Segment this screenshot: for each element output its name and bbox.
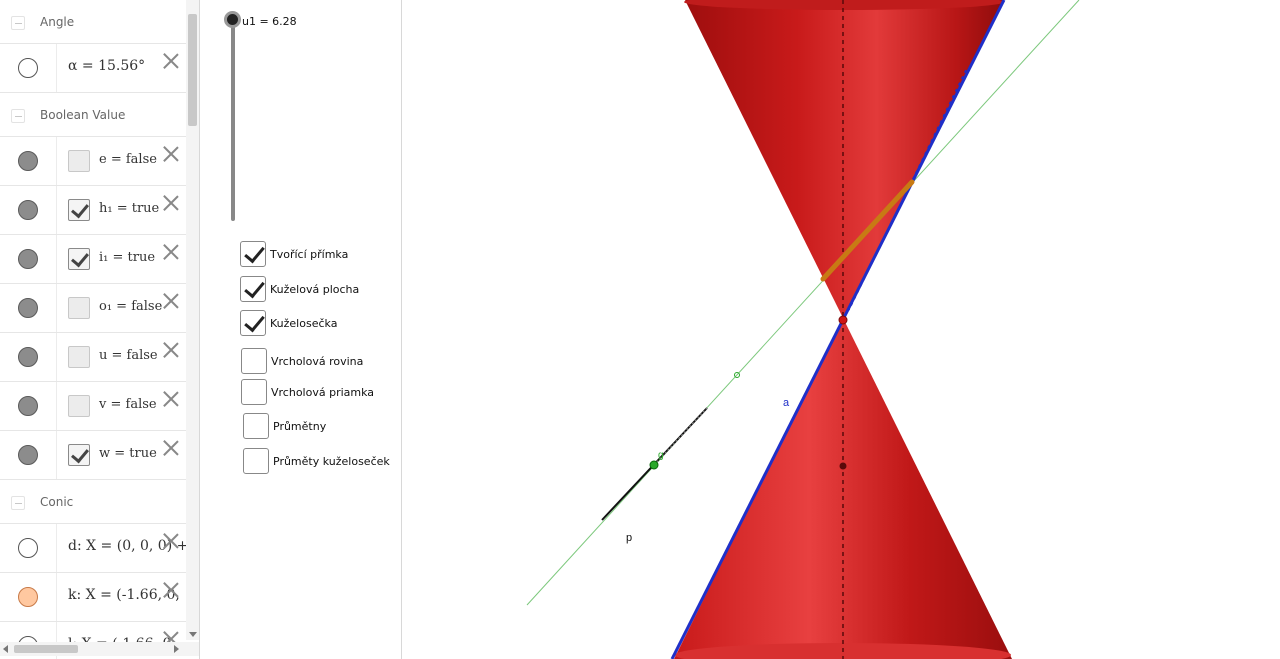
delete-icon[interactable] xyxy=(162,532,180,550)
graphics-view-controls: u1 = 6.28 Tvořící přímka Kuželová plocha… xyxy=(208,0,402,659)
checkbox-vrcholova-priamka[interactable] xyxy=(241,379,267,405)
checkbox-label-vrcholova-rovina: Vrcholová rovina xyxy=(271,355,364,368)
group-label-conic: Conic xyxy=(40,495,74,509)
point-green[interactable] xyxy=(649,460,659,470)
delete-icon[interactable] xyxy=(162,390,180,408)
visibility-marble-u[interactable] xyxy=(18,347,38,367)
algebra-row-u[interactable]: u = false xyxy=(0,333,186,382)
visibility-marble-h1[interactable] xyxy=(18,200,38,220)
label-g: g xyxy=(658,450,664,461)
checkbox-kuzelova-plocha[interactable] xyxy=(240,276,266,302)
collapse-icon[interactable] xyxy=(11,496,25,510)
algebra-text-w[interactable]: w = true xyxy=(99,446,157,461)
algebra-row-w[interactable]: w = true xyxy=(0,431,186,480)
checkbox-label-prumety-kuzelosecek: Průměty kuželoseček xyxy=(273,455,390,468)
algebra-list: Angle α = 15.56° Boolean Value e = false xyxy=(0,0,199,659)
group-header-boolean[interactable]: Boolean Value xyxy=(0,93,186,137)
group-header-angle[interactable]: Angle xyxy=(0,0,186,44)
algebra-row-e[interactable]: e = false xyxy=(0,137,186,186)
algebra-view: Angle α = 15.56° Boolean Value e = false xyxy=(0,0,200,659)
visibility-marble-d[interactable] xyxy=(18,538,38,558)
checkbox-prumety-kuzelosecek[interactable] xyxy=(243,448,269,474)
checkbox-i1[interactable] xyxy=(68,248,90,270)
delete-icon[interactable] xyxy=(162,243,180,261)
algebra-row-v[interactable]: v = false xyxy=(0,382,186,431)
algebra-text-e[interactable]: e = false xyxy=(99,152,157,167)
scroll-down-arrow-icon[interactable] xyxy=(189,632,197,637)
checkbox-e[interactable] xyxy=(68,150,90,172)
scrollbar-thumb[interactable] xyxy=(188,14,197,126)
vertical-scrollbar[interactable] xyxy=(186,0,199,640)
scrollbar-thumb[interactable] xyxy=(14,645,78,653)
delete-icon[interactable] xyxy=(162,341,180,359)
scene-3d[interactable]: a p g xyxy=(409,0,1280,659)
horizontal-scrollbar[interactable] xyxy=(0,642,199,656)
scroll-right-arrow-icon[interactable] xyxy=(174,645,179,653)
algebra-text-v[interactable]: v = false xyxy=(99,397,157,412)
visibility-marble-alpha[interactable] xyxy=(18,58,38,78)
scroll-left-arrow-icon[interactable] xyxy=(3,645,8,653)
checkbox-tvorici-primka[interactable] xyxy=(240,241,266,267)
graphics-view-3d[interactable]: a p g xyxy=(409,0,1280,659)
algebra-text-u[interactable]: u = false xyxy=(99,348,158,363)
algebra-row-k[interactable]: k: X = (-1.66, 0, 16 xyxy=(0,573,199,622)
algebra-row-i1[interactable]: i₁ = true xyxy=(0,235,186,284)
algebra-text-k[interactable]: k: X = (-1.66, 0, 16 xyxy=(68,587,199,603)
upper-cone-nappe[interactable] xyxy=(685,0,1004,318)
label-p: p xyxy=(626,532,632,544)
visibility-marble-k[interactable] xyxy=(18,587,38,607)
visibility-marble-i1[interactable] xyxy=(18,249,38,269)
checkbox-v[interactable] xyxy=(68,395,90,417)
collapse-icon[interactable] xyxy=(11,16,25,30)
algebra-text-i1[interactable]: i₁ = true xyxy=(99,250,155,265)
visibility-marble-o1[interactable] xyxy=(18,298,38,318)
algebra-text-alpha[interactable]: α = 15.56° xyxy=(68,58,145,74)
geogebra-app: Angle α = 15.56° Boolean Value e = false xyxy=(0,0,1280,659)
delete-icon[interactable] xyxy=(162,581,180,599)
visibility-marble-v[interactable] xyxy=(18,396,38,416)
delete-icon[interactable] xyxy=(162,194,180,212)
checkbox-vrcholova-rovina[interactable] xyxy=(241,348,267,374)
algebra-row-h1[interactable]: h₁ = true xyxy=(0,186,186,235)
visibility-marble-e[interactable] xyxy=(18,151,38,171)
slider-u1-label: u1 = 6.28 xyxy=(242,15,297,28)
group-label-angle: Angle xyxy=(40,15,75,29)
checkbox-prumetny[interactable] xyxy=(243,413,269,439)
label-a: a xyxy=(783,397,790,409)
checkbox-o1[interactable] xyxy=(68,297,90,319)
visibility-marble-w[interactable] xyxy=(18,445,38,465)
group-label-boolean: Boolean Value xyxy=(40,108,126,122)
algebra-text-h1[interactable]: h₁ = true xyxy=(99,201,159,216)
delete-icon[interactable] xyxy=(162,52,180,70)
checkbox-kuzelosecka[interactable] xyxy=(240,310,266,336)
algebra-row-d[interactable]: d: X = (0, 0, 0) + ( xyxy=(0,524,198,573)
checkbox-label-kuzelova-plocha: Kuželová plocha xyxy=(270,283,360,296)
apex-point[interactable] xyxy=(838,315,848,325)
delete-icon[interactable] xyxy=(162,145,180,163)
checkbox-w[interactable] xyxy=(68,444,90,466)
slider-u1-track[interactable] xyxy=(231,18,235,221)
checkbox-label-vrcholova-priamka: Vrcholová priamka xyxy=(271,386,375,399)
collapse-icon[interactable] xyxy=(11,109,25,123)
checkbox-label-prumetny: Průmětny xyxy=(273,420,327,433)
delete-icon[interactable] xyxy=(162,292,180,310)
checkbox-label-tvorici-primka: Tvořící přímka xyxy=(270,248,349,261)
algebra-text-o1[interactable]: o₁ = false xyxy=(99,299,162,314)
checkbox-u[interactable] xyxy=(68,346,90,368)
delete-icon[interactable] xyxy=(162,439,180,457)
group-header-conic[interactable]: Conic xyxy=(0,480,186,524)
algebra-row-alpha[interactable]: α = 15.56° xyxy=(0,44,186,93)
algebra-row-o1[interactable]: o₁ = false xyxy=(0,284,186,333)
checkbox-label-kuzelosecka: Kuželosečka xyxy=(270,317,338,330)
checkbox-h1[interactable] xyxy=(68,199,90,221)
slider-u1-handle[interactable] xyxy=(224,11,241,28)
axis-point[interactable] xyxy=(839,462,847,470)
